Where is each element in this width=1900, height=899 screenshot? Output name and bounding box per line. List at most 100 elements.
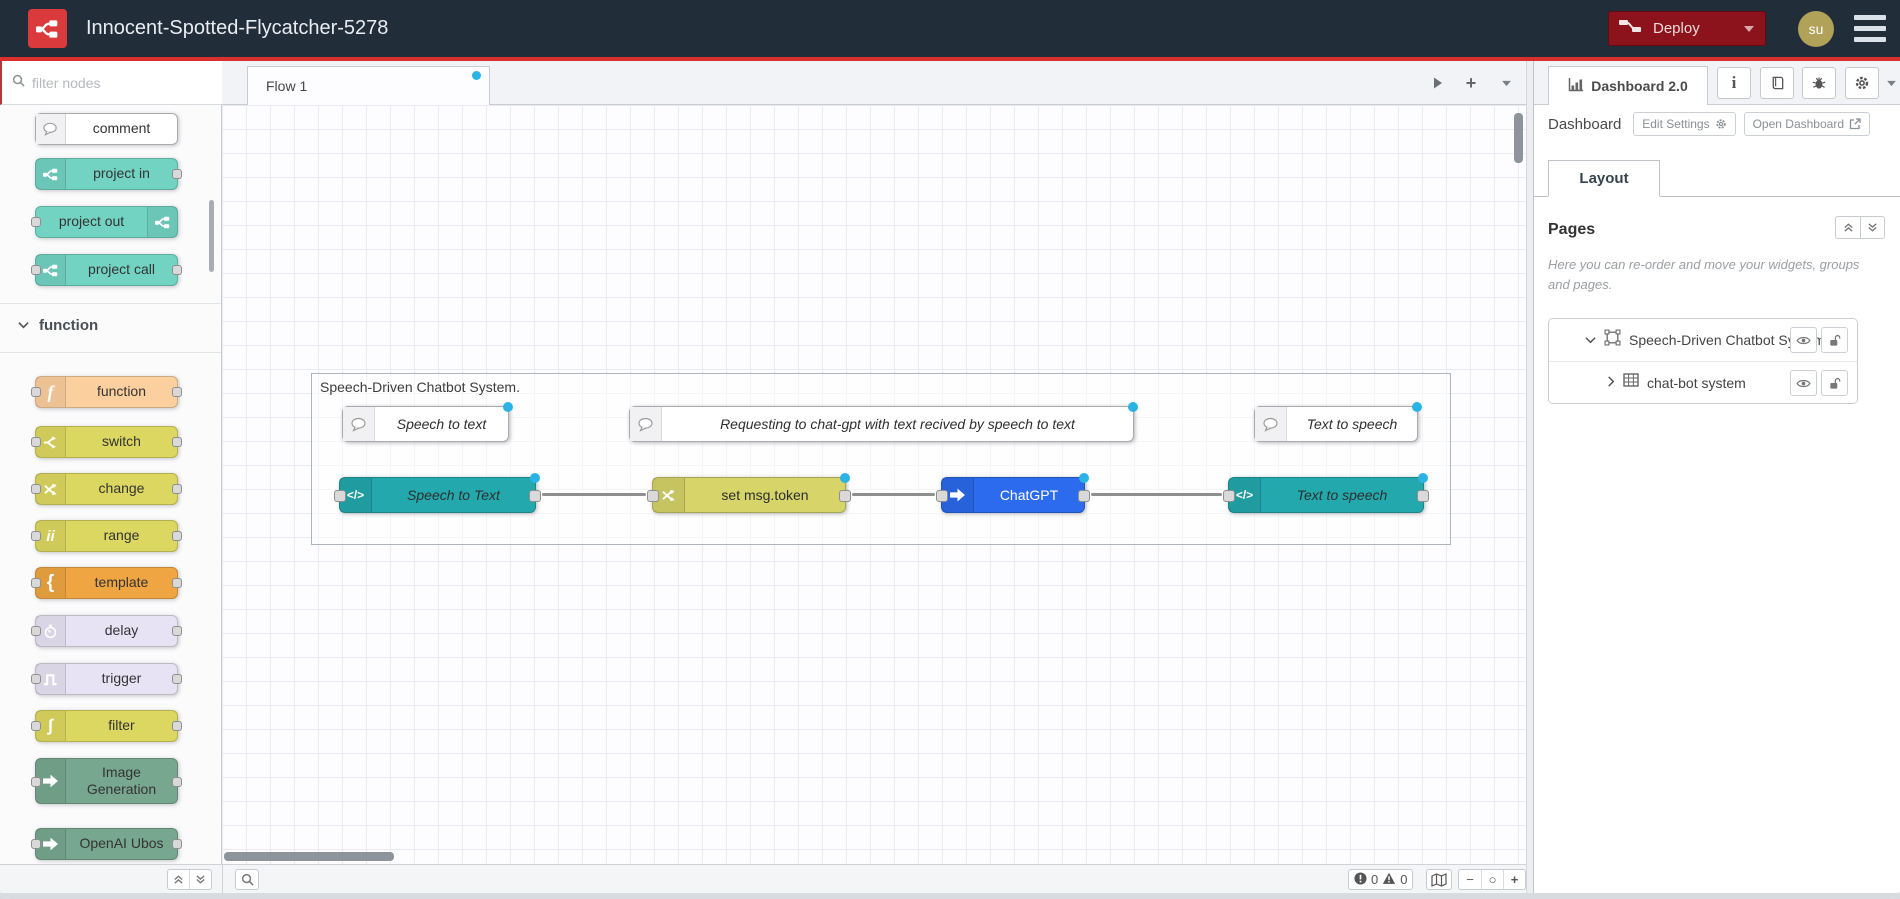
input-port[interactable] — [647, 490, 659, 502]
input-port[interactable] — [31, 531, 41, 541]
expand-categories-icon[interactable] — [189, 870, 211, 889]
comment-node-speech-to-text[interactable]: Speech to text — [342, 402, 513, 442]
flow-canvas[interactable]: Speech-Driven Chatbot System. Speech to … — [222, 105, 1526, 864]
sidebar-resize-handle[interactable] — [1526, 61, 1534, 899]
sidebar-menu-caret-icon[interactable] — [1884, 67, 1898, 99]
comment-node-text-to-speech[interactable]: Text to speech — [1254, 402, 1422, 442]
output-port[interactable] — [172, 721, 182, 731]
tab-dashboard-2[interactable]: Dashboard 2.0 — [1548, 66, 1708, 105]
palette-node-switch[interactable]: switch — [31, 426, 182, 458]
input-port[interactable] — [334, 490, 346, 502]
wire[interactable] — [1091, 493, 1222, 496]
zoom-reset-button[interactable]: ○ — [1481, 870, 1503, 889]
output-port[interactable] — [172, 839, 182, 849]
tree-row-group[interactable]: chat-bot system — [1549, 361, 1857, 403]
palette-node-function[interactable]: f function — [31, 376, 182, 408]
deploy-button[interactable]: Deploy — [1608, 11, 1766, 46]
wire[interactable] — [852, 493, 935, 496]
config-gear-icon[interactable] — [1845, 67, 1879, 99]
input-port[interactable] — [31, 721, 41, 731]
node-chatgpt[interactable]: ChatGPT — [936, 473, 1090, 513]
output-port[interactable] — [172, 484, 182, 494]
palette-node-template[interactable]: { template — [31, 567, 182, 599]
deploy-options-caret-icon[interactable] — [1743, 20, 1755, 38]
navigator-map-icon[interactable] — [1426, 869, 1452, 890]
tree-row-page[interactable]: Speech-Driven Chatbot System — [1549, 319, 1857, 361]
canvas-vertical-scrollbar[interactable] — [1514, 113, 1523, 163]
changed-indicator — [530, 473, 540, 483]
input-port[interactable] — [31, 839, 41, 849]
open-dashboard-button[interactable]: Open Dashboard — [1743, 112, 1870, 136]
output-port[interactable] — [172, 674, 182, 684]
category-function[interactable]: function — [0, 310, 221, 340]
flow-group[interactable]: Speech-Driven Chatbot System. — [311, 373, 1451, 545]
input-port[interactable] — [31, 387, 41, 397]
input-port[interactable] — [31, 265, 41, 275]
node-text-to-speech[interactable]: </> Text to speech — [1223, 473, 1429, 513]
wire[interactable] — [542, 493, 646, 496]
output-port[interactable] — [1417, 490, 1429, 502]
user-avatar[interactable]: su — [1798, 11, 1834, 47]
output-port[interactable] — [172, 265, 182, 275]
unlock-icon[interactable] — [1821, 370, 1848, 396]
input-port[interactable] — [31, 777, 41, 787]
input-port[interactable] — [31, 217, 41, 227]
output-port[interactable] — [172, 777, 182, 787]
input-port[interactable] — [31, 626, 41, 636]
palette-node-change[interactable]: change — [31, 473, 182, 505]
node-set-msg-token[interactable]: set msg.token — [647, 473, 851, 513]
output-port[interactable] — [172, 169, 182, 179]
palette-node-trigger[interactable]: trigger — [31, 663, 182, 695]
palette-node-range[interactable]: ii range — [31, 520, 182, 552]
comment-node-chatgpt-request[interactable]: Requesting to chat-gpt with text recived… — [629, 402, 1138, 442]
help-book-icon[interactable] — [1760, 67, 1794, 99]
tab-layout[interactable]: Layout — [1548, 160, 1660, 197]
tab-flow-1[interactable]: Flow 1 — [247, 66, 490, 105]
palette-node-openai-ubos[interactable]: OpenAI Ubos — [31, 828, 182, 860]
debug-bug-icon[interactable] — [1802, 67, 1836, 99]
palette-node-project-out[interactable]: project out — [31, 206, 178, 238]
category-label: function — [39, 316, 99, 334]
collapse-categories-icon[interactable] — [168, 870, 189, 889]
canvas-horizontal-scrollbar[interactable] — [224, 852, 394, 861]
expand-all-icon[interactable] — [1860, 216, 1885, 239]
edit-settings-button[interactable]: Edit Settings — [1633, 112, 1736, 136]
palette-node-comment[interactable]: comment — [35, 113, 178, 145]
output-port[interactable] — [172, 578, 182, 588]
input-port[interactable] — [936, 490, 948, 502]
output-port[interactable] — [172, 531, 182, 541]
eye-icon[interactable] — [1790, 370, 1817, 396]
search-flows-button[interactable] — [235, 869, 259, 890]
zoom-in-button[interactable]: + — [1503, 870, 1525, 889]
input-port[interactable] — [31, 484, 41, 494]
tab-scroll-right-icon[interactable] — [1426, 71, 1450, 95]
palette-node-image-generation[interactable]: Image Generation — [31, 758, 182, 804]
input-port[interactable] — [31, 674, 41, 684]
palette-scrollbar[interactable] — [209, 200, 214, 272]
output-port[interactable] — [172, 437, 182, 447]
palette-node-filter[interactable]: ∫ filter — [31, 710, 182, 742]
palette-node-delay[interactable]: delay — [31, 615, 182, 647]
zoom-out-button[interactable]: − — [1459, 870, 1481, 889]
collapse-all-icon[interactable] — [1835, 216, 1860, 239]
palette-filter-input[interactable] — [32, 74, 213, 91]
main-menu-icon[interactable] — [1854, 15, 1886, 42]
info-tab-button[interactable]: i — [1717, 67, 1751, 99]
input-port[interactable] — [1223, 490, 1235, 502]
output-port[interactable] — [529, 490, 541, 502]
output-port[interactable] — [839, 490, 851, 502]
flow-list-caret-icon[interactable] — [1494, 71, 1518, 95]
palette-node-project-in[interactable]: project in — [35, 158, 182, 190]
add-flow-button[interactable]: + — [1459, 71, 1483, 95]
node-speech-to-text[interactable]: </> Speech to Text — [334, 473, 541, 513]
palette-node-project-call[interactable]: project call — [31, 254, 182, 286]
unlock-icon[interactable] — [1821, 327, 1848, 353]
input-port[interactable] — [31, 578, 41, 588]
input-port[interactable] — [31, 437, 41, 447]
output-port[interactable] — [1078, 490, 1090, 502]
eye-icon[interactable] — [1790, 327, 1817, 353]
notification-counts[interactable]: 0 0 — [1348, 869, 1414, 890]
output-port[interactable] — [172, 387, 182, 397]
palette-node-list: comment project in project out project c… — [0, 105, 221, 864]
output-port[interactable] — [172, 626, 182, 636]
